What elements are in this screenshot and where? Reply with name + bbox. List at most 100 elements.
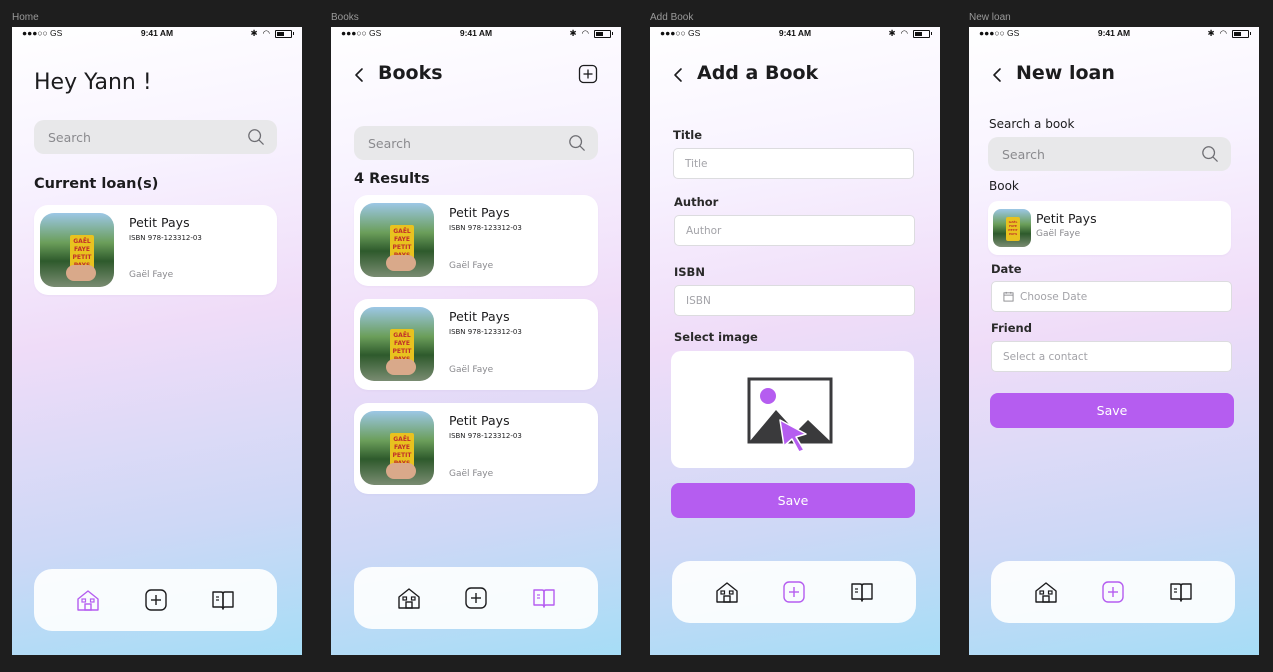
book-cover: GAËL FAYEPETIT PAYS: [360, 203, 434, 277]
tab-add[interactable]: [143, 587, 169, 613]
book-author: Gaël Faye: [449, 365, 494, 375]
search-icon: [1202, 146, 1218, 162]
frame-label-home: Home: [12, 12, 39, 23]
search-placeholder: Search: [1002, 146, 1045, 162]
frame-label-add-book: Add Book: [650, 12, 694, 23]
book-title: Petit Pays: [449, 309, 510, 324]
books-screen: ●●●○○ GS 9:41 AM ✱ ◠ Books Search 4 Resu…: [331, 27, 621, 655]
back-icon[interactable]: [668, 65, 688, 85]
book-icon: [850, 583, 873, 602]
frame-label-new-loan: New loan: [969, 12, 1011, 23]
book-label: Book: [989, 179, 1019, 193]
book-isbn: ISBN 978-123312-03: [129, 234, 202, 242]
isbn-input[interactable]: ISBN: [674, 285, 915, 316]
book-icon: [532, 589, 555, 608]
results-count: 4 Results: [354, 171, 430, 187]
book-author: Gaël Faye: [129, 270, 174, 280]
tab-books[interactable]: [849, 579, 875, 605]
book-isbn: ISBN 978-123312-03: [449, 432, 522, 440]
search-placeholder: Search: [48, 129, 91, 145]
add-icon: [465, 587, 487, 609]
book-icon: [1169, 583, 1192, 602]
save-button[interactable]: Save: [990, 393, 1234, 428]
current-loans-title: Current loan(s): [34, 176, 159, 192]
tab-home[interactable]: [1033, 579, 1059, 605]
book-cover: GAËL FAYEPETIT PAYS: [360, 307, 434, 381]
battery-icon: [594, 29, 613, 38]
tab-add[interactable]: [1100, 579, 1126, 605]
image-picker[interactable]: [671, 351, 914, 468]
book-author: Gaël Faye: [1036, 229, 1081, 239]
tab-books[interactable]: [210, 587, 236, 613]
search-bar[interactable]: Search: [988, 137, 1231, 171]
book-author: Gaël Faye: [449, 261, 494, 271]
search-icon: [248, 129, 264, 145]
author-input[interactable]: Author: [674, 215, 915, 246]
battery-icon: [275, 29, 294, 38]
tab-bar: [34, 569, 277, 631]
tab-home[interactable]: [714, 579, 740, 605]
search-icon: [569, 135, 585, 151]
date-picker[interactable]: Choose Date: [991, 281, 1232, 312]
isbn-label: ISBN: [674, 265, 705, 279]
add-icon: [1102, 581, 1124, 603]
home-icon: [715, 582, 738, 603]
search-bar[interactable]: Search: [34, 120, 277, 154]
loan-card[interactable]: GAËL FAYEPETIT PAYS Petit Pays ISBN 978-…: [34, 205, 277, 295]
status-bar: ●●●○○ GS 9:41 AM ✱ ◠: [650, 27, 940, 41]
status-bar: ●●●○○ GS 9:41 AM ✱ ◠: [12, 27, 302, 41]
bluetooth-icon: ✱: [250, 28, 258, 38]
tab-books[interactable]: [531, 585, 557, 611]
add-icon: [144, 589, 167, 611]
tab-bar: [354, 567, 598, 629]
tab-home[interactable]: [75, 587, 101, 613]
system-icons: ✱ ◠: [1207, 28, 1251, 39]
book-cover: GAËL FAYEPETIT PAYS: [360, 411, 434, 485]
search-placeholder: Search: [368, 135, 411, 151]
back-icon[interactable]: [987, 65, 1007, 85]
home-screen: ●●●○○ GS 9:41 AM ✱ ◠ Hey Yann ! Search C…: [12, 27, 302, 655]
home-icon: [77, 590, 99, 611]
calendar-icon: [1003, 291, 1014, 302]
search-bar[interactable]: Search: [354, 126, 598, 160]
book-author: Gaël Faye: [449, 469, 494, 479]
tab-home[interactable]: [396, 585, 422, 611]
back-icon[interactable]: [349, 65, 369, 85]
book-cover: GAËL FAYEPETIT PAYS: [40, 213, 114, 287]
book-title: Petit Pays: [449, 205, 510, 220]
wifi-icon: ◠: [581, 28, 589, 38]
book-icon: [212, 591, 234, 610]
book-isbn: ISBN 978-123312-03: [449, 328, 522, 336]
book-title: Petit Pays: [449, 413, 510, 428]
tab-bar: [672, 561, 916, 623]
add-book-screen: ●●●○○ GS 9:41 AM ✱ ◠ Add a Book Title Ti…: [650, 27, 940, 655]
title-input[interactable]: Title: [673, 148, 914, 179]
wifi-icon: ◠: [900, 28, 908, 38]
contact-select[interactable]: Select a contact: [991, 341, 1232, 372]
tab-add[interactable]: [463, 585, 489, 611]
save-button[interactable]: Save: [671, 483, 915, 518]
add-book-icon[interactable]: [578, 64, 598, 84]
contact-placeholder: Select a contact: [1003, 350, 1088, 363]
wifi-icon: ◠: [1219, 28, 1227, 38]
search-book-label: Search a book: [989, 117, 1075, 131]
author-label: Author: [674, 195, 719, 209]
page-title: Add a Book: [697, 62, 819, 84]
book-list-item[interactable]: GAËL FAYEPETIT PAYS Petit Pays ISBN 978-…: [354, 195, 598, 286]
selected-book-card[interactable]: GAËL FAYE PETIT PAYS Petit Pays Gaël Faye: [988, 201, 1231, 255]
book-list-item[interactable]: GAËL FAYEPETIT PAYS Petit Pays ISBN 978-…: [354, 403, 598, 494]
book-list-item[interactable]: GAËL FAYEPETIT PAYS Petit Pays ISBN 978-…: [354, 299, 598, 390]
home-icon: [397, 588, 420, 609]
battery-icon: [1232, 29, 1251, 38]
date-label: Date: [991, 262, 1022, 276]
book-title: Petit Pays: [1036, 211, 1097, 226]
tab-bar: [991, 561, 1235, 623]
title-placeholder: Title: [685, 157, 708, 170]
tab-add[interactable]: [781, 579, 807, 605]
tab-books[interactable]: [1168, 579, 1194, 605]
date-placeholder: Choose Date: [1020, 290, 1088, 303]
bluetooth-icon: ✱: [1207, 28, 1215, 38]
battery-icon: [913, 29, 932, 38]
isbn-placeholder: ISBN: [686, 294, 711, 307]
image-label: Select image: [674, 330, 758, 344]
